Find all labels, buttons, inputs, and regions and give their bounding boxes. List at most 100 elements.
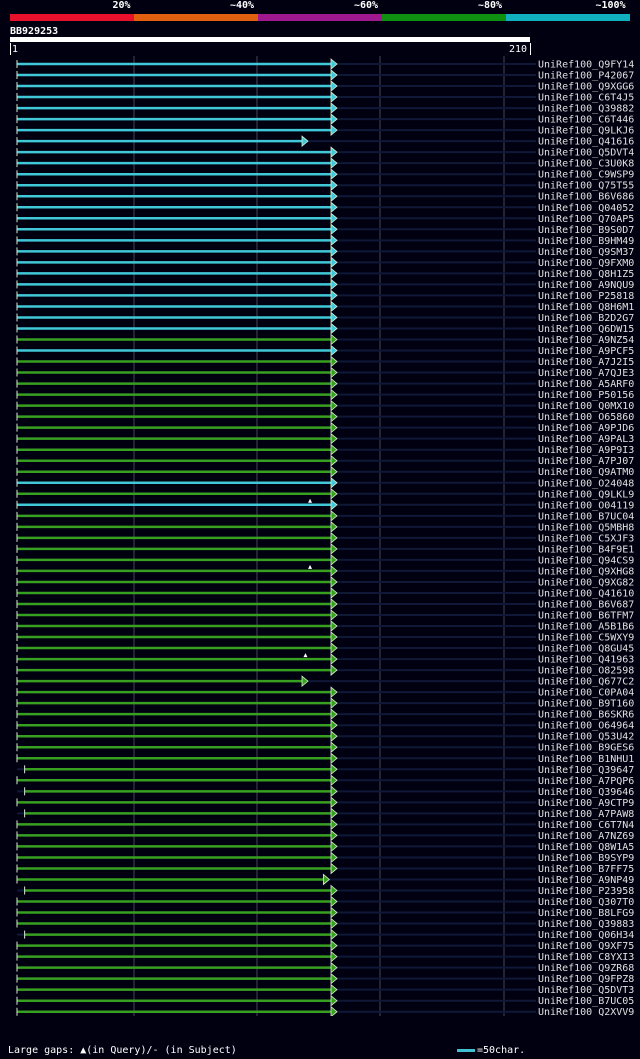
hit-label[interactable]: UniRef100_Q2XVV9 — [538, 1007, 634, 1016]
hit-label[interactable]: UniRef100_C6T446 — [538, 115, 634, 126]
hit-row[interactable]: UniRef100_Q677C2 — [16, 675, 634, 688]
hit-label[interactable]: UniRef100_C5XJF3 — [538, 533, 634, 544]
hit-row[interactable]: UniRef100_C6T4J5 — [16, 91, 634, 104]
hit-label[interactable]: UniRef100_Q0MX10 — [538, 401, 634, 412]
hit-label[interactable]: UniRef100_B8LFG9 — [538, 908, 634, 919]
hit-row[interactable]: UniRef100_Q41610 — [16, 587, 634, 600]
hit-label[interactable]: UniRef100_B7UC05 — [538, 996, 634, 1007]
hit-row[interactable]: UniRef100_Q9XGG6 — [16, 80, 634, 93]
hit-label[interactable]: UniRef100_A9P9I3 — [538, 445, 634, 456]
hit-label[interactable]: UniRef100_P23958 — [538, 886, 634, 897]
hit-row[interactable]: UniRef100_Q9ZR68 — [16, 961, 634, 975]
hit-label[interactable]: UniRef100_B4F9E1 — [538, 544, 634, 555]
hit-row[interactable]: UniRef100_B6TFM7 — [16, 609, 634, 622]
hit-label[interactable]: UniRef100_B6SKR6 — [538, 710, 634, 721]
hit-label[interactable]: UniRef100_Q39647 — [538, 765, 634, 776]
hit-label[interactable]: UniRef100_Q8GU45 — [538, 644, 634, 655]
hit-row[interactable]: UniRef100_C6T446 — [16, 113, 634, 126]
hit-row[interactable]: UniRef100_Q5DVT4 — [16, 146, 634, 159]
hit-label[interactable]: UniRef100_A5ARF0 — [538, 379, 634, 390]
hit-row[interactable]: UniRef100_O04119 — [16, 498, 634, 512]
hit-row[interactable]: UniRef100_P25818 — [16, 289, 634, 302]
hit-row[interactable]: UniRef100_Q8W1A5 — [16, 840, 634, 853]
hit-row[interactable]: UniRef100_A9PAL3 — [16, 432, 634, 446]
hit-row[interactable]: UniRef100_Q9ATM0 — [16, 465, 634, 479]
hit-label[interactable]: UniRef100_O24048 — [538, 478, 634, 489]
hit-row[interactable]: UniRef100_Q6DW15 — [16, 322, 634, 335]
hit-row[interactable]: UniRef100_Q41616 — [16, 135, 634, 148]
hit-row[interactable]: UniRef100_A9NP49 — [16, 873, 634, 886]
hit-label[interactable]: UniRef100_B1NHU1 — [538, 754, 634, 765]
hit-label[interactable]: UniRef100_A9NZ54 — [538, 335, 634, 346]
hit-row[interactable]: UniRef100_Q8H6M1 — [16, 300, 634, 313]
hit-label[interactable]: UniRef100_Q9SM37 — [538, 247, 634, 258]
hit-row[interactable]: UniRef100_O64964 — [16, 719, 634, 732]
hit-label[interactable]: UniRef100_Q9FY14 — [538, 60, 634, 71]
hit-label[interactable]: UniRef100_Q70AP5 — [538, 214, 634, 225]
hit-label[interactable]: UniRef100_Q5DVT3 — [538, 985, 634, 996]
hit-row[interactable]: UniRef100_P50156 — [16, 388, 634, 402]
hit-row[interactable]: UniRef100_A5ARF0 — [16, 377, 634, 391]
hit-label[interactable]: UniRef100_O04119 — [538, 500, 634, 511]
hit-row[interactable]: UniRef100_B9HM49 — [16, 234, 634, 247]
hit-row[interactable]: UniRef100_A9PJD6 — [16, 421, 634, 435]
hit-label[interactable]: UniRef100_Q04052 — [538, 203, 634, 214]
hit-row[interactable]: UniRef100_O65860 — [16, 410, 634, 424]
hit-row[interactable]: UniRef100_Q70AP5 — [16, 212, 634, 225]
hit-label[interactable]: UniRef100_Q8H1Z5 — [538, 269, 634, 280]
hit-row[interactable]: UniRef100_C6T7N4 — [16, 818, 634, 831]
hit-row[interactable]: UniRef100_Q94CS9 — [16, 554, 634, 567]
hit-label[interactable]: UniRef100_Q06H34 — [538, 930, 634, 941]
hit-label[interactable]: UniRef100_A7NZ69 — [538, 831, 634, 842]
hit-row[interactable]: UniRef100_Q8GU45 — [16, 642, 634, 655]
hit-label[interactable]: UniRef100_C8YXI3 — [538, 952, 634, 963]
hit-label[interactable]: UniRef100_B6TFM7 — [538, 611, 634, 622]
hit-label[interactable]: UniRef100_A7J2I5 — [538, 357, 634, 368]
hit-row[interactable]: UniRef100_B1NHU1 — [16, 752, 634, 765]
hit-row[interactable]: UniRef100_Q9FPZ8 — [16, 972, 634, 986]
hit-row[interactable]: UniRef100_Q9FY14 — [16, 58, 634, 71]
hit-row[interactable]: UniRef100_C8YXI3 — [16, 950, 634, 964]
hit-label[interactable]: UniRef100_B7UC04 — [538, 511, 634, 522]
hit-row[interactable]: UniRef100_A7PAW8 — [17, 807, 634, 820]
hit-label[interactable]: UniRef100_C0PA04 — [538, 688, 634, 699]
hit-row[interactable]: UniRef100_A7J2I5 — [16, 355, 634, 369]
hit-row[interactable]: UniRef100_B7FF75 — [16, 862, 634, 875]
hit-row[interactable]: UniRef100_C5XJF3 — [16, 532, 634, 545]
hit-label[interactable]: UniRef100_A7QJE3 — [538, 368, 634, 379]
hit-label[interactable]: UniRef100_Q307T0 — [538, 897, 634, 908]
hit-label[interactable]: UniRef100_A9PAL3 — [538, 434, 634, 445]
hit-row[interactable]: UniRef100_B9SYP9 — [16, 851, 634, 864]
hit-row[interactable]: UniRef100_P23958 — [17, 884, 634, 898]
hit-label[interactable]: UniRef100_Q9ATM0 — [538, 467, 634, 478]
hit-row[interactable]: UniRef100_Q9SM37 — [16, 245, 634, 258]
hit-row[interactable]: UniRef100_O24048 — [16, 476, 634, 490]
hit-label[interactable]: UniRef100_O64964 — [538, 721, 634, 732]
hit-label[interactable]: UniRef100_A5B1B6 — [538, 622, 634, 633]
hit-row[interactable]: UniRef100_Q39883 — [16, 917, 634, 931]
hit-row[interactable]: UniRef100_Q307T0 — [16, 895, 634, 909]
hit-row[interactable]: UniRef100_A7PQP6 — [16, 774, 634, 787]
hit-label[interactable]: UniRef100_A7PQP6 — [538, 776, 634, 787]
hit-row[interactable]: UniRef100_B6SKR6 — [16, 708, 634, 721]
hit-row[interactable]: UniRef100_Q8H1Z5 — [16, 267, 634, 280]
hit-label[interactable]: UniRef100_P42067 — [538, 71, 634, 82]
hit-label[interactable]: UniRef100_Q75T55 — [538, 181, 634, 192]
hit-label[interactable]: UniRef100_Q9XHG8 — [538, 566, 634, 577]
hit-row[interactable]: UniRef100_Q75T55 — [16, 179, 634, 192]
hit-row[interactable]: UniRef100_Q39882 — [16, 102, 634, 115]
hit-label[interactable]: UniRef100_Q5MBH8 — [538, 522, 634, 533]
hit-label[interactable]: UniRef100_Q9FPZ8 — [538, 974, 634, 985]
hit-label[interactable]: UniRef100_O82598 — [538, 666, 634, 677]
hit-row[interactable]: UniRef100_Q2XVV9 — [16, 1005, 634, 1016]
hit-row[interactable]: UniRef100_C0PA04 — [16, 686, 634, 699]
hit-label[interactable]: UniRef100_Q9FXM0 — [538, 258, 634, 269]
hit-label[interactable]: UniRef100_A9NQU9 — [538, 280, 634, 291]
hit-label[interactable]: UniRef100_C5WXY9 — [538, 633, 634, 644]
hit-label[interactable]: UniRef100_Q677C2 — [538, 677, 634, 688]
hit-label[interactable]: UniRef100_C6T7N4 — [538, 820, 634, 831]
hit-label[interactable]: UniRef100_Q39883 — [538, 919, 634, 930]
hit-label[interactable]: UniRef100_P50156 — [538, 390, 634, 401]
hit-label[interactable]: UniRef100_O65860 — [538, 412, 634, 423]
hit-label[interactable]: UniRef100_Q9XG82 — [538, 577, 634, 588]
